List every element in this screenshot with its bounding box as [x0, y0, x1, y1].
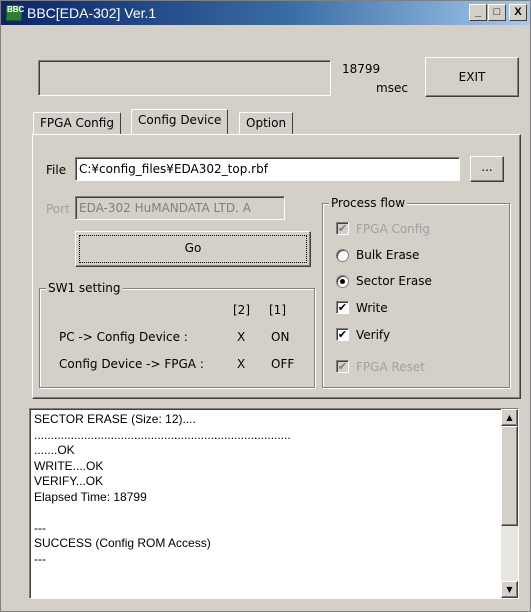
- bulk-erase-label: Bulk Erase: [356, 248, 420, 262]
- tab-fpga-config[interactable]: FPGA Config: [33, 112, 121, 134]
- scroll-down-button[interactable]: ▼: [501, 581, 518, 598]
- config-device-panel: File C:¥config_files¥EDA302_top.rbf ... …: [32, 134, 521, 399]
- file-label: File: [46, 163, 67, 177]
- scroll-thumb[interactable]: [501, 426, 518, 526]
- progress-bar: [38, 60, 331, 96]
- elapsed-time-unit: msec: [376, 81, 408, 95]
- write-checkbox[interactable]: ✔: [336, 301, 349, 314]
- process-flow-group: Process flow ✔ FPGA Config Bulk Erase Se…: [322, 196, 510, 388]
- tab-option[interactable]: Option: [239, 112, 294, 134]
- sw1-col-header-1: [1]: [269, 303, 286, 317]
- elapsed-time-value: 18799: [342, 62, 381, 76]
- minimize-button[interactable]: _: [469, 4, 487, 21]
- scroll-up-button[interactable]: ▲: [501, 409, 518, 426]
- fpga-config-checkbox[interactable]: ✔: [336, 222, 349, 235]
- sw1-row-pc-switch2: X: [237, 330, 246, 344]
- sw1-row-fpga-label: Config Device -> FPGA :: [59, 357, 204, 371]
- log-output[interactable]: SECTOR ERASE (Size: 12).... ............…: [29, 408, 519, 599]
- browse-button[interactable]: ...: [470, 156, 504, 182]
- maximize-button[interactable]: □: [488, 4, 506, 21]
- fpga-reset-label: FPGA Reset: [356, 360, 425, 374]
- app-icon: BBC: [6, 5, 24, 21]
- verify-label: Verify: [356, 328, 391, 342]
- sw1-row-pc-label: PC -> Config Device :: [59, 330, 188, 344]
- app-window: BBC BBC[EDA-302] Ver.1 _ □ X 18799 msec …: [0, 0, 531, 612]
- exit-button[interactable]: EXIT: [425, 57, 519, 97]
- port-input[interactable]: EDA-302 HuMANDATA LTD. A: [75, 196, 285, 220]
- sw1-setting-title: SW1 setting: [46, 281, 123, 295]
- bulk-erase-radio[interactable]: [336, 249, 349, 262]
- sector-erase-radio[interactable]: [336, 275, 349, 288]
- sw1-col-header-2: [2]: [233, 303, 250, 317]
- go-button[interactable]: Go: [75, 231, 311, 267]
- window-title: BBC[EDA-302] Ver.1: [27, 5, 157, 21]
- write-label: Write: [356, 301, 388, 315]
- close-button[interactable]: X: [509, 4, 527, 21]
- sw1-row-fpga-switch1: OFF: [271, 357, 295, 371]
- tab-config-device[interactable]: Config Device: [131, 109, 229, 134]
- port-label: Port: [46, 202, 70, 216]
- fpga-config-label: FPGA Config: [356, 222, 430, 236]
- title-bar[interactable]: BBC BBC[EDA-302] Ver.1 _ □ X: [1, 1, 530, 25]
- log-scrollbar[interactable]: ▲ ▼: [501, 409, 518, 598]
- radio-selected-dot: [340, 279, 345, 284]
- process-flow-title: Process flow: [329, 196, 408, 210]
- sw1-setting-group: SW1 setting [2] [1] PC -> Config Device …: [39, 281, 315, 388]
- verify-checkbox[interactable]: ✔: [336, 328, 349, 341]
- sector-erase-label: Sector Erase: [356, 274, 432, 288]
- sw1-row-pc-switch1: ON: [271, 330, 290, 344]
- log-text: SECTOR ERASE (Size: 12).... ............…: [34, 412, 291, 566]
- sw1-row-fpga-switch2: X: [237, 357, 246, 371]
- fpga-reset-checkbox[interactable]: ✔: [336, 360, 349, 373]
- file-path-input[interactable]: C:¥config_files¥EDA302_top.rbf: [75, 157, 460, 181]
